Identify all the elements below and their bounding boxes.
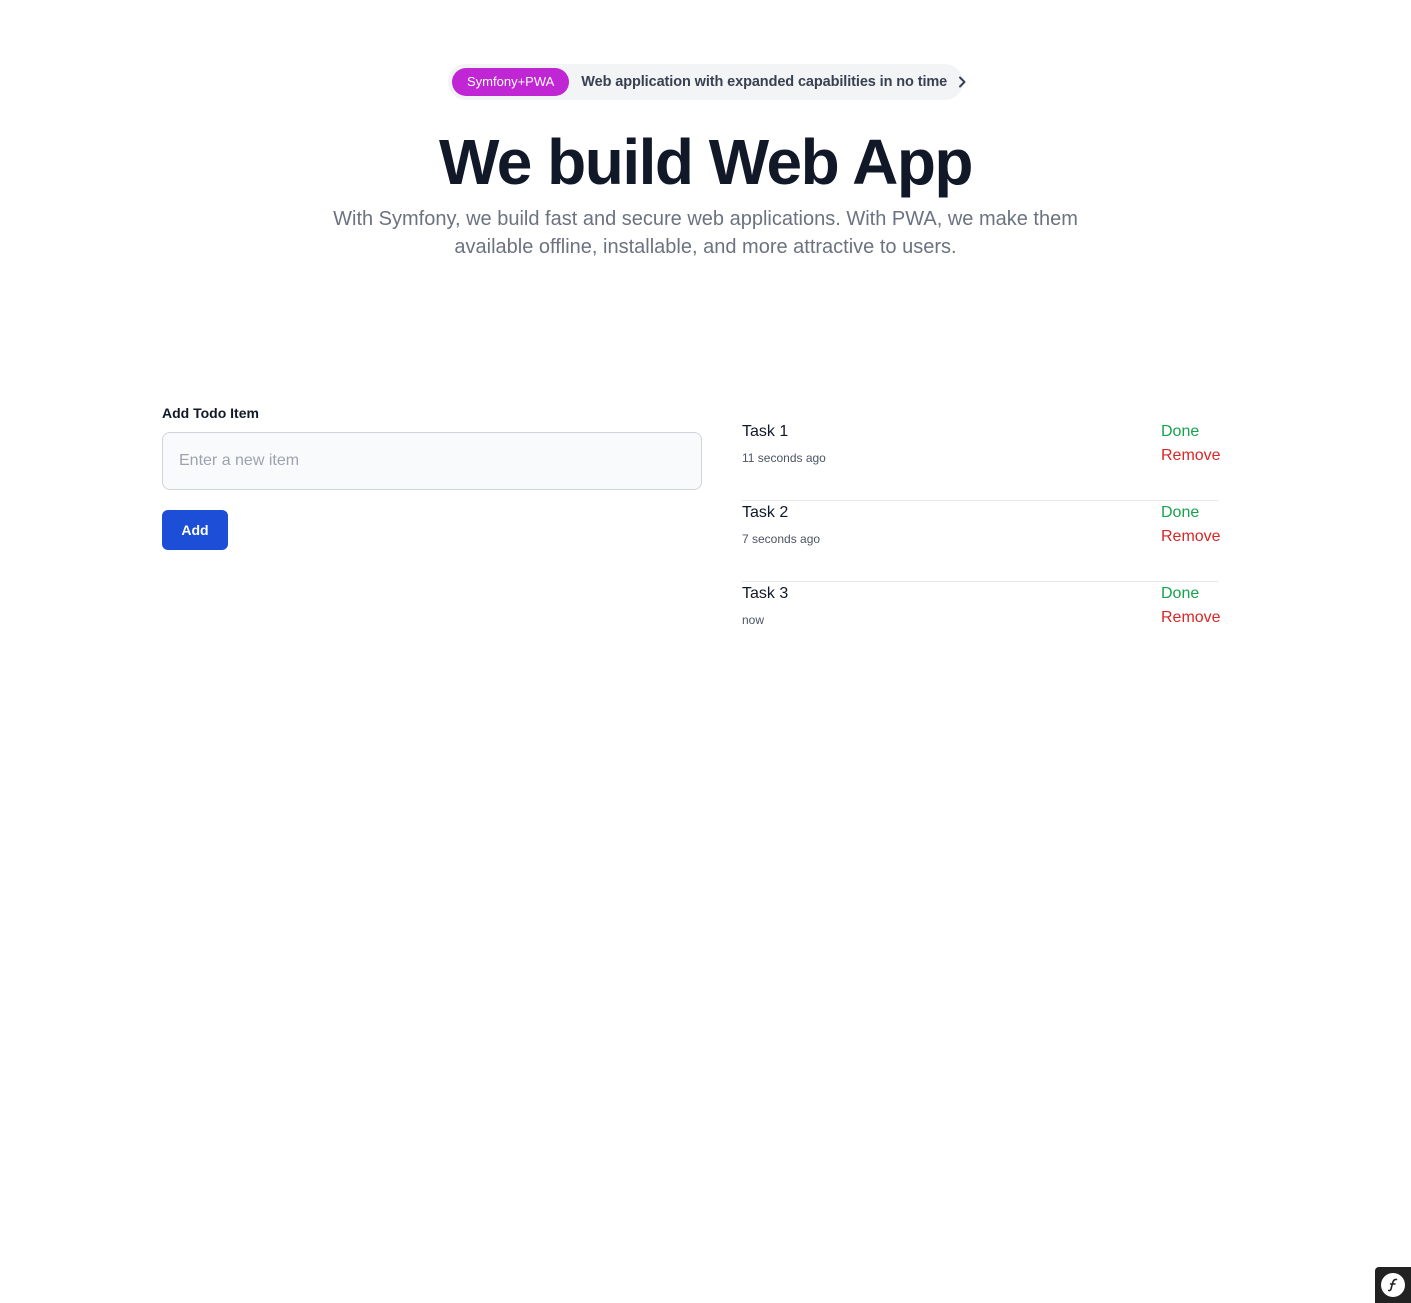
task-timestamp: 7 seconds ago <box>742 532 821 546</box>
task-name: Task 3 <box>742 585 789 602</box>
announcement-text: Web application with expanded capabiliti… <box>581 74 948 90</box>
remove-button[interactable]: Remove <box>1161 528 1221 546</box>
remove-button[interactable]: Remove <box>1161 609 1221 627</box>
task-item: Task 1 11 seconds ago Done Remove <box>742 420 1221 501</box>
symfony-logo-icon <box>1381 1273 1405 1297</box>
chevron-right-icon <box>957 74 967 90</box>
page: Symfony+PWA Web application with expande… <box>0 0 1411 1303</box>
task-timestamp: 11 seconds ago <box>742 451 826 465</box>
task-name: Task 1 <box>742 423 789 440</box>
task-timestamp: now <box>742 613 765 627</box>
done-button[interactable]: Done <box>1161 585 1199 603</box>
done-button[interactable]: Done <box>1161 504 1199 522</box>
announcement-pill[interactable]: Symfony+PWA Web application with expande… <box>448 64 966 100</box>
debug-toolbar-toggle[interactable] <box>1375 1267 1411 1303</box>
page-subtitle: With Symfony, we build fast and secure w… <box>333 208 1078 258</box>
remove-button[interactable]: Remove <box>1161 447 1221 465</box>
add-todo-label: Add Todo Item <box>162 405 259 421</box>
task-list: Task 1 11 seconds ago Done Remove Task 2… <box>742 420 1221 663</box>
task-item: Task 3 now Done Remove <box>742 582 1221 663</box>
page-title: We build Web App <box>439 126 974 198</box>
done-button[interactable]: Done <box>1161 423 1199 441</box>
new-item-input[interactable] <box>162 432 702 490</box>
announcement-badge: Symfony+PWA <box>452 68 570 96</box>
task-item: Task 2 7 seconds ago Done Remove <box>742 501 1221 582</box>
task-name: Task 2 <box>742 504 789 521</box>
add-button[interactable]: Add <box>162 510 228 550</box>
